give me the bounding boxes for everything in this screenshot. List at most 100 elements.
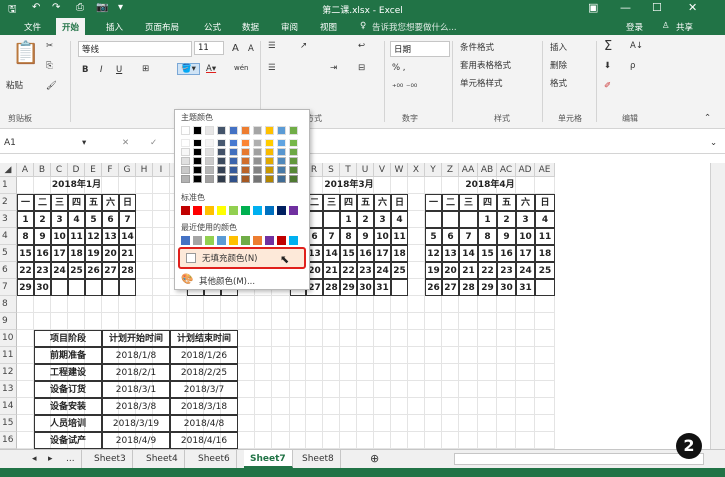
- date-cell[interactable]: 3: [516, 211, 535, 228]
- date-cell[interactable]: [535, 279, 555, 296]
- ribbon-display-icon[interactable]: ▣: [588, 1, 598, 14]
- date-cell[interactable]: 23: [497, 262, 516, 279]
- row-header[interactable]: 6: [0, 262, 17, 279]
- date-cell[interactable]: 28: [323, 279, 340, 296]
- align-left-icon[interactable]: ☰: [268, 63, 276, 73]
- theme-color-swatch[interactable]: [205, 126, 214, 135]
- fill-color-button[interactable]: 🪣▾: [177, 63, 200, 75]
- plan-cell[interactable]: 2018/1/8: [102, 347, 170, 364]
- theme-color-swatch[interactable]: [277, 126, 286, 135]
- date-cell[interactable]: 12: [425, 245, 442, 262]
- date-cell[interactable]: 2: [34, 211, 51, 228]
- weekday-cell[interactable]: 二: [442, 194, 459, 211]
- theme-color-swatch[interactable]: [205, 175, 214, 183]
- date-cell[interactable]: 10: [51, 228, 68, 245]
- row-header[interactable]: 1: [0, 177, 17, 194]
- column-header[interactable]: A: [17, 163, 34, 177]
- date-cell[interactable]: 2: [357, 211, 374, 228]
- row-header[interactable]: 2: [0, 194, 17, 211]
- weekday-cell[interactable]: 五: [85, 194, 102, 211]
- theme-color-swatch[interactable]: [265, 148, 274, 156]
- column-header[interactable]: S: [323, 163, 340, 177]
- weekday-cell[interactable]: 三: [51, 194, 68, 211]
- weekday-cell[interactable]: 一: [17, 194, 34, 211]
- date-cell[interactable]: 11: [68, 228, 85, 245]
- sheet-tab-sheet4[interactable]: Sheet4: [140, 450, 185, 468]
- plan-cell[interactable]: 2018/4/16: [170, 432, 238, 449]
- theme-color-swatch[interactable]: [241, 126, 250, 135]
- weekday-cell[interactable]: 三: [323, 194, 340, 211]
- date-cell[interactable]: 31: [516, 279, 535, 296]
- plan-cell[interactable]: 2018/4/9: [102, 432, 170, 449]
- plan-cell[interactable]: 2018/1/26: [170, 347, 238, 364]
- column-header[interactable]: B: [34, 163, 51, 177]
- shrink-font-icon[interactable]: A: [248, 44, 254, 54]
- plan-header-cell[interactable]: 项目阶段: [34, 330, 102, 347]
- date-cell[interactable]: 30: [34, 279, 51, 296]
- date-cell[interactable]: 19: [425, 262, 442, 279]
- theme-color-swatch[interactable]: [229, 148, 238, 156]
- theme-color-swatch[interactable]: [181, 148, 190, 156]
- recent-color-swatch[interactable]: [241, 236, 250, 245]
- tab-page-layout[interactable]: 页面布局: [145, 21, 179, 33]
- insert-cells-button[interactable]: 插入: [550, 41, 567, 53]
- date-cell[interactable]: 27: [442, 279, 459, 296]
- weekday-cell[interactable]: 四: [478, 194, 497, 211]
- recent-color-swatch[interactable]: [229, 236, 238, 245]
- calendar-title-jan[interactable]: 2018年1月: [17, 177, 136, 194]
- standard-color-swatch[interactable]: [217, 206, 226, 215]
- tab-review[interactable]: 审阅: [281, 21, 298, 33]
- column-header[interactable]: H: [136, 163, 153, 177]
- sheet-tab-sheet3[interactable]: Sheet3: [88, 450, 133, 468]
- date-cell[interactable]: 25: [68, 262, 85, 279]
- theme-color-swatch[interactable]: [217, 166, 226, 174]
- weekday-cell[interactable]: 六: [374, 194, 391, 211]
- theme-color-swatch[interactable]: [241, 175, 250, 183]
- date-cell[interactable]: 13: [442, 245, 459, 262]
- theme-color-swatch[interactable]: [205, 157, 214, 165]
- theme-color-swatch[interactable]: [229, 166, 238, 174]
- percent-buttons[interactable]: % ,: [392, 63, 405, 73]
- date-cell[interactable]: [102, 279, 119, 296]
- paste-button-label[interactable]: 粘贴: [6, 79, 23, 91]
- tab-formulas[interactable]: 公式: [204, 21, 221, 33]
- date-cell[interactable]: 17: [51, 245, 68, 262]
- theme-color-swatch[interactable]: [289, 139, 298, 147]
- date-cell[interactable]: 11: [391, 228, 408, 245]
- weekday-cell[interactable]: 六: [516, 194, 535, 211]
- worksheet-grid[interactable]: ◢ABCDEFGHIJKLMNOPQRSTUVWXYZAAABACADAE123…: [0, 163, 710, 449]
- clear-icon[interactable]: ✐: [604, 81, 611, 91]
- date-cell[interactable]: [85, 279, 102, 296]
- expand-formula-icon[interactable]: ⌄: [710, 138, 717, 148]
- plan-cell[interactable]: 前期准备: [34, 347, 102, 364]
- theme-color-swatch[interactable]: [193, 175, 202, 183]
- sign-in-link[interactable]: 登录: [626, 21, 643, 33]
- row-header[interactable]: 10: [0, 330, 17, 347]
- date-cell[interactable]: 4: [68, 211, 85, 228]
- bold-button[interactable]: B: [82, 65, 88, 75]
- date-cell[interactable]: 9: [34, 228, 51, 245]
- date-cell[interactable]: 18: [535, 245, 555, 262]
- delete-cells-button[interactable]: 删除: [550, 59, 567, 71]
- sheet-tab-sheet7[interactable]: Sheet7: [244, 450, 293, 468]
- date-cell[interactable]: 30: [357, 279, 374, 296]
- weekday-cell[interactable]: 四: [340, 194, 357, 211]
- date-cell[interactable]: 14: [119, 228, 136, 245]
- sheet-tab-sheet6[interactable]: Sheet6: [192, 450, 237, 468]
- format-painter-icon[interactable]: 🖌: [46, 81, 57, 91]
- weekday-cell[interactable]: 二: [34, 194, 51, 211]
- date-cell[interactable]: 10: [516, 228, 535, 245]
- column-header[interactable]: E: [85, 163, 102, 177]
- standard-color-swatch[interactable]: [181, 206, 190, 215]
- theme-color-swatch[interactable]: [229, 175, 238, 183]
- date-cell[interactable]: 15: [17, 245, 34, 262]
- next-sheet-icon[interactable]: ▸: [42, 450, 59, 468]
- recent-color-swatch[interactable]: [193, 236, 202, 245]
- theme-color-swatch[interactable]: [193, 148, 202, 156]
- plan-cell[interactable]: 设备订货: [34, 381, 102, 398]
- column-header[interactable]: AE: [535, 163, 555, 177]
- date-cell[interactable]: 25: [535, 262, 555, 279]
- theme-color-swatch[interactable]: [277, 157, 286, 165]
- name-box-dropdown-icon[interactable]: ▾: [82, 138, 86, 148]
- column-header[interactable]: Z: [442, 163, 459, 177]
